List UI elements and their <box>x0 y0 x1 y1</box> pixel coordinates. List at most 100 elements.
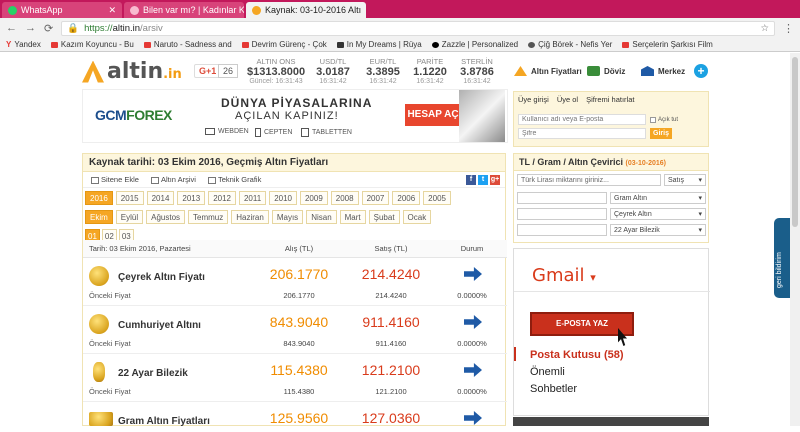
header-date: Tarih: 03 Ekim 2016, Pazartesi <box>89 244 191 253</box>
result-field-ceyrek[interactable] <box>517 208 607 220</box>
tab-forgot-password[interactable]: Şifremi hatırlat <box>586 95 634 104</box>
logo-text: altin <box>107 59 164 84</box>
unit-select-gram[interactable]: Gram Altın <box>610 192 706 204</box>
month-eylul[interactable]: Eylül <box>115 210 144 224</box>
arrow-right-icon <box>464 411 482 425</box>
month-subat[interactable]: Şubat <box>368 210 400 224</box>
table-row[interactable]: Gram Altın Fiyatları 125.9560 127.0360 <box>83 402 507 432</box>
year-2014[interactable]: 2014 <box>146 191 175 205</box>
gplus-count: 26 <box>218 64 239 78</box>
forward-icon[interactable]: → <box>25 22 36 34</box>
gold-name[interactable]: Cumhuriyet Altını <box>118 320 201 331</box>
bookmark-item[interactable]: Zazzle | Personalized <box>431 40 518 49</box>
bookmark-item[interactable]: Serçelerin Şarkısı Film <box>622 40 713 49</box>
table-row[interactable]: Çeyrek Altın Fiyatı Önceki Fiyat 206.177… <box>83 258 507 306</box>
bookmark-yandex[interactable]: Y Yandex <box>6 40 41 49</box>
tab-login[interactable]: Üye girişi <box>518 95 549 104</box>
star-icon[interactable]: ☆ <box>760 23 769 34</box>
inbox-link[interactable]: Posta Kutusu (58) <box>530 349 624 361</box>
open-account-button[interactable]: HESAP AÇ <box>405 104 461 126</box>
banner-subline: AÇILAN KAPINIZ! <box>235 110 339 122</box>
tab-bilen-var-mi[interactable]: Bilen var mı? | Kadınlar K ✕ <box>124 2 244 18</box>
gold-name[interactable]: Çeyrek Altın Fiyatı <box>118 272 205 283</box>
change-percent: 0.0000% <box>457 291 487 300</box>
mode-select[interactable]: Satış <box>664 174 706 186</box>
arrow-right-icon <box>464 315 482 329</box>
close-icon[interactable]: ✕ <box>108 5 116 16</box>
remember-checkbox[interactable]: Açık tut <box>650 117 678 123</box>
archive-panel: Kaynak tarihi: 03 Ekim 2016, Geçmiş Altı… <box>82 153 507 427</box>
unit-select-bilezik[interactable]: 22 Ayar Bilezik <box>610 224 706 236</box>
table-row[interactable]: 22 Ayar Bilezik Önceki Fiyat 115.4380 12… <box>83 354 507 402</box>
scrollbar[interactable] <box>790 53 800 426</box>
bookmark-item[interactable]: Çiğ Börek - Nefis Yer <box>528 40 612 49</box>
year-2010[interactable]: 2010 <box>269 191 297 205</box>
scrollbar-thumb[interactable] <box>792 57 798 227</box>
reload-icon[interactable]: ⟳ <box>44 22 53 35</box>
tab-altin-in[interactable]: Kaynak: 03-10-2016 Altı ✕ <box>246 2 366 18</box>
tl-amount-input[interactable]: Türk Lirası miktarını giriniz... <box>517 174 661 186</box>
gmail-ad[interactable]: Gmail ▾ E-POSTA YAZ Posta Kutusu (58) Ön… <box>513 248 710 416</box>
bookmark-item[interactable]: Devrim Gürenç - Çok <box>241 40 327 49</box>
tab-whatsapp[interactable]: WhatsApp ✕ <box>2 2 122 18</box>
username-field[interactable] <box>518 114 646 125</box>
altin-icon <box>252 5 261 15</box>
result-field-bilezik[interactable] <box>517 224 607 236</box>
year-2011[interactable]: 2011 <box>238 191 267 205</box>
tab-register[interactable]: Üye ol <box>557 95 578 104</box>
gold-name[interactable]: 22 Ayar Bilezik <box>118 368 188 379</box>
year-2015[interactable]: 2015 <box>115 191 144 205</box>
month-mart[interactable]: Mart <box>339 210 366 224</box>
gold-archive-link[interactable]: Altın Arşivi <box>150 175 196 184</box>
nav-merkez[interactable]: Merkez <box>641 66 685 76</box>
unit-select-ceyrek[interactable]: Çeyrek Altın <box>610 208 706 220</box>
ad-image <box>513 417 709 426</box>
month-temmuz[interactable]: Temmuz <box>188 210 229 224</box>
facebook-icon[interactable]: f <box>466 175 476 185</box>
important-link[interactable]: Önemli <box>530 366 565 378</box>
twitter-icon[interactable]: t <box>478 175 488 185</box>
gold-name[interactable]: Gram Altın Fiyatları <box>118 416 210 427</box>
chats-link[interactable]: Sohbetler <box>530 383 577 395</box>
bookmark-item[interactable]: Naruto - Sadness and <box>143 40 232 49</box>
address-bar[interactable]: 🔒 https://altin.in/arsiv ☆ <box>61 20 775 36</box>
result-field-gram[interactable] <box>517 192 607 204</box>
nav-doviz[interactable]: Döviz <box>587 66 625 76</box>
month-agustos[interactable]: Ağustos <box>146 210 186 224</box>
year-2013[interactable]: 2013 <box>177 191 206 205</box>
bookmark-item[interactable]: Kazım Koyuncu - Bu <box>50 40 134 49</box>
close-icon[interactable]: ✕ <box>365 5 366 16</box>
year-2005[interactable]: 2005 <box>423 191 451 205</box>
gcm-forex-banner[interactable]: GCMFOREX DÜNYA PİYASALARINA AÇILAN KAPIN… <box>82 89 508 143</box>
month-haziran[interactable]: Haziran <box>231 210 269 224</box>
login-button[interactable]: Giriş <box>650 128 672 139</box>
site-logo[interactable]: altin.in <box>82 59 182 84</box>
year-2006[interactable]: 2006 <box>392 191 421 205</box>
year-2012[interactable]: 2012 <box>208 191 236 205</box>
year-2007[interactable]: 2007 <box>361 191 390 205</box>
bookmark-item[interactable]: In My Dreams | Rüya <box>336 40 422 49</box>
add-to-site-link[interactable]: Sitene Ekle <box>91 175 139 184</box>
feedback-tab[interactable]: geri bildirim <box>774 218 790 298</box>
ticker-sterlin[interactable]: STERLİN 3.8786 16:31:42 <box>448 57 506 85</box>
menu-icon[interactable]: ⋮ <box>783 22 794 35</box>
year-2016[interactable]: 2016 <box>85 191 113 205</box>
table-row[interactable]: Cumhuriyet Altını Önceki Fiyat 843.9040 … <box>83 306 507 354</box>
prev-sell-price: 911.4160 <box>375 339 407 348</box>
ticker-gold-ounce[interactable]: ALTIN ONS $1313.8000 Güncel: 16:31:43 <box>247 57 305 85</box>
google-plus-icon[interactable]: g+ <box>490 175 500 185</box>
zazzle-icon <box>431 41 439 48</box>
selected-indicator <box>514 347 516 361</box>
add-button[interactable]: + <box>694 64 708 78</box>
month-nisan[interactable]: Nisan <box>306 210 337 224</box>
password-field[interactable] <box>518 128 646 139</box>
month-ocak[interactable]: Ocak <box>402 210 432 224</box>
year-2009[interactable]: 2009 <box>299 191 328 205</box>
nav-altin-fiyatlari[interactable]: Altın Fiyatları <box>514 66 582 76</box>
month-ekim[interactable]: Ekim <box>85 210 113 224</box>
technical-chart-link[interactable]: Teknik Grafik <box>207 175 261 184</box>
site-icon <box>528 41 536 48</box>
back-icon[interactable]: ← <box>6 22 17 34</box>
year-2008[interactable]: 2008 <box>330 191 359 205</box>
month-mayis[interactable]: Mayıs <box>271 210 304 224</box>
